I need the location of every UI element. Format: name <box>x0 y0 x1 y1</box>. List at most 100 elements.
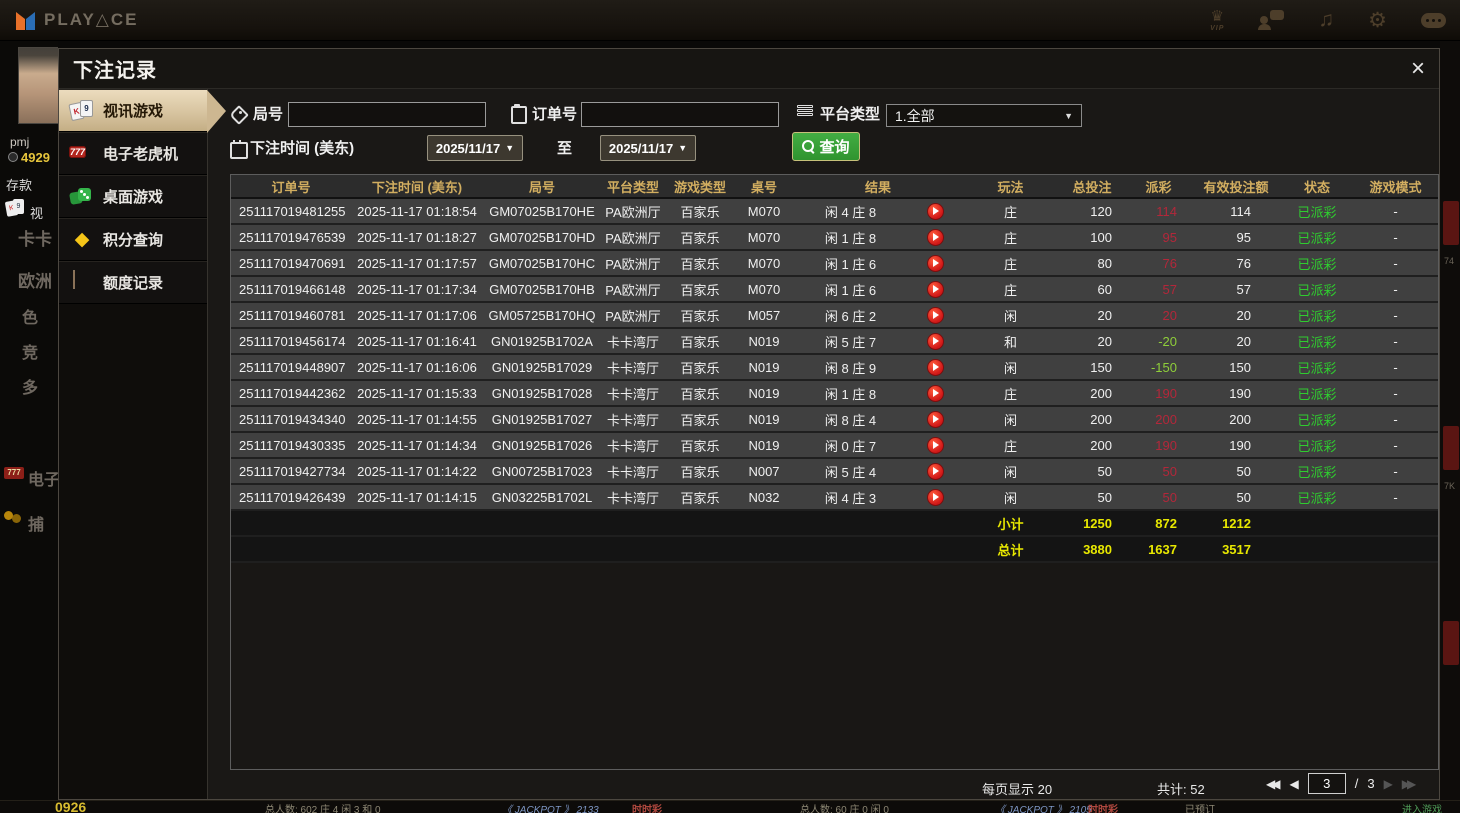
chevron-down-icon: ▼ <box>1064 110 1073 121</box>
last-page-button[interactable]: ▶▶ <box>1402 777 1417 791</box>
sidebar-item-label: 桌面游戏 <box>103 189 164 206</box>
total-bet: 100 <box>1090 229 1112 245</box>
game-mode: - <box>1393 463 1398 479</box>
order-number: 251117019434340 <box>239 411 346 427</box>
valid-bet: 150 <box>1229 359 1251 375</box>
table-header-row: 订单号 下注时间 (美东) 局号 平台类型 游戏类型 桌号 结果 玩法 总投注 … <box>231 175 1438 199</box>
next-page-button[interactable]: ▶ <box>1384 777 1393 791</box>
col-play-type: 玩法 <box>997 179 1024 195</box>
play-replay-button[interactable] <box>927 280 944 298</box>
bet-table: 订单号 下注时间 (美东) 局号 平台类型 游戏类型 桌号 结果 玩法 总投注 … <box>230 174 1439 770</box>
col-valid-bet: 有效投注额 <box>1203 179 1269 195</box>
bet-time: 2025-11-17 01:16:06 <box>357 359 477 375</box>
col-platform: 平台类型 <box>606 179 659 195</box>
result: 闲 1 庄 8 <box>824 386 877 402</box>
game-type: 百家乐 <box>680 490 720 506</box>
result: 闲 1 庄 8 <box>824 230 877 246</box>
order-label: 订单号 <box>532 106 578 123</box>
game-type: 百家乐 <box>680 230 720 246</box>
col-status: 状态 <box>1303 179 1330 195</box>
round-number: GM07025B170HB <box>489 281 595 297</box>
round-input[interactable] <box>288 102 486 127</box>
play-replay-button[interactable] <box>927 488 944 506</box>
order-input[interactable] <box>581 102 779 127</box>
customer-support-icon[interactable] <box>1258 10 1285 30</box>
valid-bet: 76 <box>1236 255 1251 271</box>
sidebar-item-label: 电子老虎机 <box>103 146 179 163</box>
replay-cell <box>908 410 963 428</box>
chat-icon[interactable] <box>1421 12 1446 28</box>
chevron-down-icon: ▼ <box>505 143 515 153</box>
play-replay-button[interactable] <box>927 202 944 220</box>
sidebar-item-quota-records[interactable]: 额度记录 <box>59 261 207 304</box>
table-row: 251117019466148 2025-11-17 01:17:34 GM07… <box>231 277 1438 303</box>
payout: 190 <box>1155 437 1177 453</box>
game-type: 百家乐 <box>680 386 720 402</box>
table-number: N019 <box>748 411 780 427</box>
page-number-input[interactable] <box>1307 773 1346 794</box>
sidebar-item-points-query[interactable]: ◆ 积分查询 <box>59 218 207 261</box>
prev-page-button[interactable]: ◀ <box>1289 777 1298 791</box>
result: 闲 8 庄 4 <box>824 412 877 428</box>
play-replay-button[interactable] <box>927 332 944 350</box>
lobby-table-stats-1: 总人数: 602 庄 4 闲 3 和 0 <box>265 805 381 813</box>
logo-mark-icon <box>16 11 35 30</box>
round-number: GN01925B17029 <box>491 359 593 375</box>
result: 闲 6 庄 2 <box>824 308 877 324</box>
payout: 200 <box>1155 411 1177 427</box>
play-replay-button[interactable] <box>927 462 944 480</box>
play-replay-button[interactable] <box>927 358 944 376</box>
play-type: 庄 <box>1003 230 1017 246</box>
play-replay-button[interactable] <box>927 228 944 246</box>
vip-icon[interactable]: ♛ VIP <box>1210 9 1224 32</box>
play-replay-button[interactable] <box>927 410 944 428</box>
date-from-picker[interactable]: 2025/11/17 ▼ <box>427 135 523 161</box>
points-gem-icon: ◆ <box>74 228 90 250</box>
bet-time: 2025-11-17 01:15:33 <box>357 385 477 401</box>
table-row: 251117019456174 2025-11-17 01:16:41 GN01… <box>231 329 1438 355</box>
lobby-nav-slots: 电子 <box>28 472 58 489</box>
lobby-ssc-1: 时时彩 <box>632 805 662 813</box>
total-bet: 200 <box>1090 385 1112 401</box>
search-icon <box>802 140 815 153</box>
subtotal-payout: 872 <box>1155 515 1177 531</box>
play-replay-button[interactable] <box>927 254 944 272</box>
replay-cell <box>908 462 963 480</box>
brand-name: PLAY△CE <box>44 10 139 29</box>
status-badge: 已派彩 <box>1297 386 1337 402</box>
round-number: GM07025B170HD <box>488 229 596 245</box>
col-payout: 派彩 <box>1145 179 1172 195</box>
game-mode: - <box>1393 385 1398 401</box>
game-mode: - <box>1393 203 1398 219</box>
valid-bet: 50 <box>1236 463 1251 479</box>
play-replay-button[interactable] <box>927 384 944 402</box>
lobby-nav-jing: 竞 <box>22 345 39 362</box>
valid-bet: 57 <box>1236 281 1251 297</box>
game-mode: - <box>1393 489 1398 505</box>
game-type: 百家乐 <box>680 438 720 454</box>
sidebar-item-table-games[interactable]: 桌面游戏 <box>59 175 207 218</box>
round-number: GN03225B1702L <box>491 489 593 505</box>
first-page-button[interactable]: ◀◀ <box>1266 777 1281 791</box>
sidebar-item-slots[interactable]: 777 电子老虎机 <box>59 132 207 175</box>
lobby-enter-game: 进入游戏 <box>1402 805 1442 813</box>
coin-icon <box>8 152 18 162</box>
status-badge: 已派彩 <box>1297 490 1337 506</box>
order-number: 251117019481255 <box>239 203 346 219</box>
game-type: 百家乐 <box>680 464 720 480</box>
music-icon[interactable]: ♫ <box>1318 8 1334 32</box>
sidebar-item-video-games[interactable]: K9 视讯游戏 <box>59 89 226 133</box>
platform-type: PA欧洲厅 <box>605 282 661 298</box>
payout: 95 <box>1162 229 1177 245</box>
play-replay-button[interactable] <box>927 306 944 324</box>
close-button[interactable]: × <box>1411 56 1425 81</box>
settings-gear-icon[interactable]: ⚙ <box>1368 8 1387 33</box>
date-to-picker[interactable]: 2025/11/17 ▼ <box>600 135 696 161</box>
platform-type: PA欧洲厅 <box>605 204 661 220</box>
col-total-bet: 总投注 <box>1072 179 1112 195</box>
play-replay-button[interactable] <box>927 436 944 454</box>
col-table: 桌号 <box>750 179 777 195</box>
search-button-label: 查询 <box>819 139 850 156</box>
platform-select[interactable]: 1.全部 ▼ <box>886 104 1082 127</box>
search-button[interactable]: 查询 <box>792 132 860 161</box>
